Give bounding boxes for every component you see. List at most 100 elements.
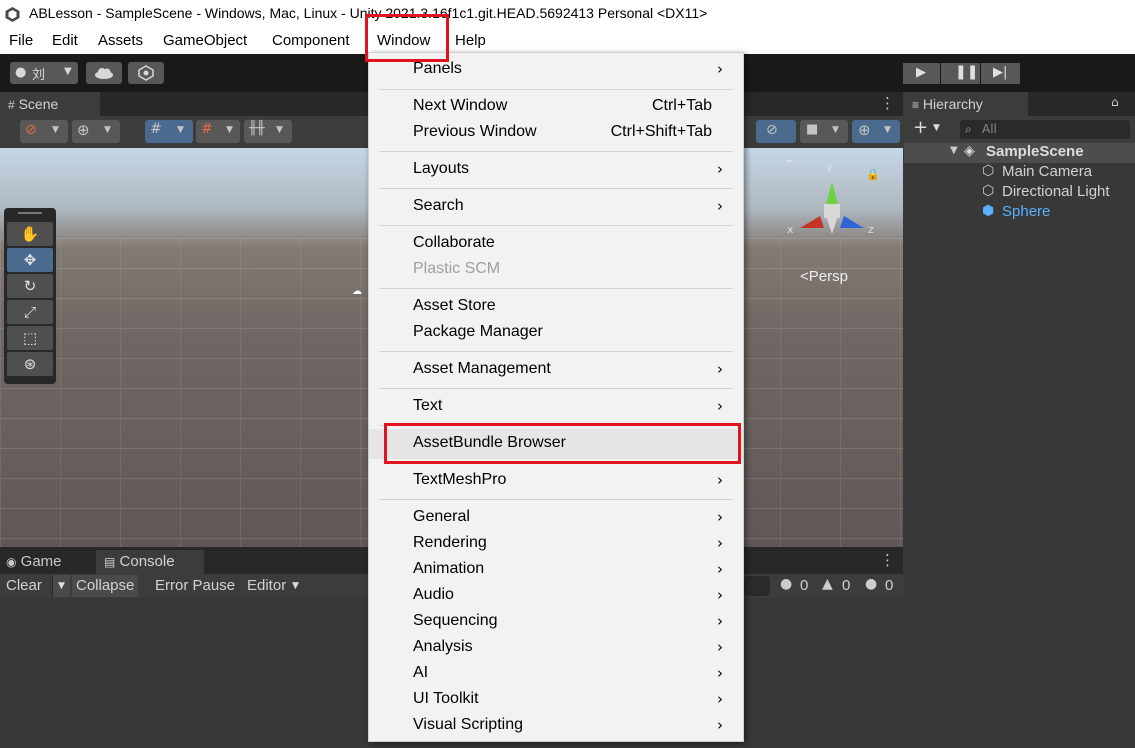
menu-item-collaborate[interactable]: Collaborate bbox=[369, 231, 743, 257]
menu-item-audio[interactable]: Audio › bbox=[369, 583, 743, 609]
menu-item-label: Audio bbox=[413, 586, 454, 603]
menu-item-label: Collaborate bbox=[413, 234, 495, 251]
hierarchy-item[interactable]: ⬢ Sphere bbox=[904, 203, 1135, 223]
account-dropdown[interactable]: ● 刘 ▼ bbox=[10, 62, 78, 84]
hierarchy-tabbar: ≡ Hierarchy ⌂ bbox=[904, 92, 1135, 116]
collapse-button[interactable]: Collapse bbox=[72, 575, 139, 597]
warning-count[interactable]: 0 bbox=[838, 575, 854, 597]
submenu-arrow-icon: › bbox=[717, 716, 723, 734]
menu-item-analysis[interactable]: Analysis › bbox=[369, 635, 743, 661]
pause-button[interactable]: ❚❚ bbox=[942, 63, 981, 84]
menu-item-textmeshpro[interactable]: TextMeshPro › bbox=[369, 468, 743, 494]
menu-item-text[interactable]: Text › bbox=[369, 394, 743, 420]
menu-item-package-manager[interactable]: Package Manager bbox=[369, 320, 743, 346]
menu-item-general[interactable]: General › bbox=[369, 505, 743, 531]
menu-component[interactable]: Component bbox=[272, 32, 350, 49]
tab-scene-label: Scene bbox=[18, 96, 59, 112]
menu-separator bbox=[379, 351, 733, 352]
hand-tool-button[interactable]: ✋ bbox=[7, 222, 53, 246]
rect-icon: ⬚ bbox=[22, 329, 38, 347]
submenu-arrow-icon: › bbox=[717, 534, 723, 552]
clear-button[interactable]: Clear bbox=[2, 575, 46, 597]
hierarchy-search-input[interactable]: ⌕ All bbox=[960, 120, 1130, 139]
tab-console-label: Console bbox=[119, 553, 175, 570]
camera-dropdown[interactable]: ■ ▼ bbox=[800, 120, 848, 143]
rotate-tool-button[interactable]: ↻ bbox=[7, 274, 53, 298]
menu-assets[interactable]: Assets bbox=[98, 32, 143, 49]
tab-hierarchy[interactable]: ≡ Hierarchy bbox=[904, 92, 1028, 116]
menu-separator bbox=[379, 499, 733, 500]
error-count[interactable]: 0 bbox=[881, 575, 897, 597]
menu-gameobject[interactable]: GameObject bbox=[163, 32, 247, 49]
warning-icon: ▲ bbox=[822, 576, 833, 592]
chevron-down-icon: ▼ bbox=[276, 125, 283, 135]
editor-dropdown[interactable]: Editor bbox=[243, 575, 290, 597]
menu-item-label: Asset Management bbox=[413, 360, 551, 377]
cloud-button[interactable] bbox=[86, 62, 122, 84]
scale-icon: ⤢ bbox=[23, 303, 36, 321]
gizmos-dropdown[interactable]: ⊕ ▼ bbox=[852, 120, 900, 143]
collab-button[interactable] bbox=[128, 62, 164, 84]
persp-label[interactable]: <Persp bbox=[800, 268, 848, 285]
tab-console[interactable]: ▤ Console bbox=[96, 550, 204, 574]
menu-item-asset-management[interactable]: Asset Management › bbox=[369, 357, 743, 383]
expand-arrow-icon[interactable]: ▼ bbox=[950, 145, 958, 156]
plastic-icon bbox=[138, 65, 154, 81]
menu-item-visual-scripting[interactable]: Visual Scripting › bbox=[369, 713, 743, 739]
menu-item-previous-window[interactable]: Previous Window Ctrl+Shift+Tab bbox=[369, 120, 743, 146]
light-gizmo-icon[interactable]: ☁ bbox=[352, 286, 362, 297]
submenu-arrow-icon: › bbox=[717, 664, 723, 682]
menu-file[interactable]: File bbox=[9, 32, 33, 49]
drag-handle[interactable] bbox=[18, 212, 42, 214]
menu-item-label: Previous Window bbox=[413, 123, 537, 140]
menu-item-next-window[interactable]: Next Window Ctrl+Tab bbox=[369, 94, 743, 120]
draw-mode-dropdown[interactable]: ⊘ ▼ bbox=[20, 120, 68, 143]
menu-item-animation[interactable]: Animation › bbox=[369, 557, 743, 583]
annotation-highlight-window-menu bbox=[365, 14, 449, 62]
more-icon[interactable]: ⋮ bbox=[880, 94, 895, 112]
submenu-arrow-icon: › bbox=[717, 360, 723, 378]
lock-icon[interactable]: ⌂ bbox=[1111, 95, 1119, 109]
console-search-input[interactable] bbox=[744, 576, 770, 596]
grid-visibility-dropdown[interactable]: ╫╫ ▼ bbox=[244, 120, 292, 143]
more-icon[interactable]: ⋮ bbox=[880, 551, 895, 569]
menu-item-ai[interactable]: AI › bbox=[369, 661, 743, 687]
tab-scene[interactable]: # Scene bbox=[0, 92, 100, 116]
menu-item-layouts[interactable]: Layouts › bbox=[369, 157, 743, 183]
menu-item-rendering[interactable]: Rendering › bbox=[369, 531, 743, 557]
menu-item-asset-store[interactable]: Asset Store bbox=[369, 294, 743, 320]
menu-item-sequencing[interactable]: Sequencing › bbox=[369, 609, 743, 635]
grid-snap-dropdown[interactable]: # ▼ bbox=[145, 120, 193, 143]
play-button[interactable]: ▶ bbox=[903, 63, 941, 84]
menu-help[interactable]: Help bbox=[455, 32, 486, 49]
lock-icon[interactable]: 🔒 bbox=[866, 168, 880, 181]
submenu-arrow-icon: › bbox=[717, 471, 723, 489]
scene-row[interactable]: ▼ ◈ SampleScene bbox=[904, 143, 1135, 163]
menu-item-search[interactable]: Search › bbox=[369, 194, 743, 220]
chevron-down-icon[interactable]: ▼ bbox=[933, 123, 940, 133]
gizmos-icon: ⊕ bbox=[858, 121, 871, 139]
title-bar: ABLesson - SampleScene - Windows, Mac, L… bbox=[0, 0, 1135, 29]
increment-snap-dropdown[interactable]: # ▼ bbox=[196, 120, 240, 143]
scale-tool-button[interactable]: ⤢ bbox=[7, 300, 53, 324]
submenu-arrow-icon: › bbox=[717, 612, 723, 630]
submenu-arrow-icon: › bbox=[717, 197, 723, 215]
chevron-down-icon[interactable]: ▼ bbox=[52, 575, 70, 597]
rect-tool-button[interactable]: ⬚ bbox=[7, 326, 53, 350]
hierarchy-item[interactable]: ⬡ Main Camera bbox=[904, 163, 1135, 183]
step-button[interactable]: ▶| bbox=[982, 63, 1020, 84]
add-icon[interactable]: + bbox=[913, 117, 928, 138]
menu-separator bbox=[379, 388, 733, 389]
menu-edit[interactable]: Edit bbox=[52, 32, 78, 49]
transform-tool-button[interactable]: ⊛ bbox=[7, 352, 53, 376]
menu-item-ui-toolkit[interactable]: UI Toolkit › bbox=[369, 687, 743, 713]
submenu-arrow-icon: › bbox=[717, 560, 723, 578]
tab-game[interactable]: ◉ Game bbox=[0, 550, 94, 574]
gamepad-icon: ◉ bbox=[6, 555, 17, 569]
global-dropdown[interactable]: ⊕ ▼ bbox=[72, 120, 120, 143]
error-pause-button[interactable]: Error Pause bbox=[151, 575, 239, 597]
move-tool-button[interactable]: ✥ bbox=[7, 248, 53, 272]
visibility-toggle[interactable]: ⊘ bbox=[756, 120, 796, 143]
hierarchy-item[interactable]: ⬡ Directional Light bbox=[904, 183, 1135, 203]
info-count[interactable]: 0 bbox=[796, 575, 812, 597]
